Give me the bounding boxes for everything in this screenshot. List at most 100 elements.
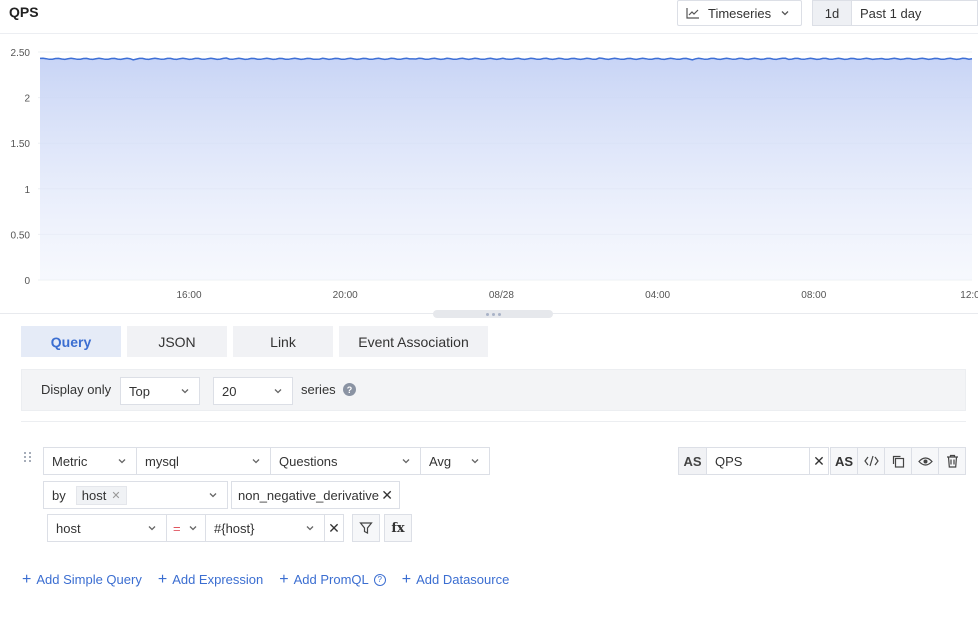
visualization-type-label: Timeseries xyxy=(708,5,772,21)
line-chart-icon xyxy=(686,8,699,19)
group-by-select[interactable]: by host ✕ xyxy=(43,481,228,509)
y-tick-label: 0 xyxy=(24,276,30,287)
function-label: non_negative_derivative xyxy=(238,487,379,503)
filter-value: #{host} xyxy=(214,520,255,536)
filter-operator-select[interactable]: = xyxy=(166,514,206,542)
copy-icon xyxy=(892,455,904,468)
filter-key-value: host xyxy=(56,520,81,536)
code-icon xyxy=(863,455,879,467)
group-by-label: by xyxy=(52,487,66,503)
x-tick-label: 12:0 xyxy=(960,290,978,301)
x-tick-label: 20:00 xyxy=(333,290,358,301)
clear-alias-button[interactable]: ✕ xyxy=(809,447,829,475)
filter-key-select[interactable]: host xyxy=(47,514,167,542)
field-value: Questions xyxy=(279,453,338,469)
chevron-down-icon xyxy=(252,459,260,464)
plus-icon: + xyxy=(279,570,289,588)
series-count-value: 20 xyxy=(222,383,237,399)
display-only-label: Display only xyxy=(41,382,112,397)
plus-icon: + xyxy=(22,570,32,588)
copy-query-button[interactable] xyxy=(884,447,912,475)
toggle-visibility-button[interactable] xyxy=(911,447,939,475)
chevron-down-icon xyxy=(189,526,197,531)
add-promql-label: Add PromQL xyxy=(293,572,369,587)
chevron-down-icon xyxy=(118,459,126,464)
filter-value-select[interactable]: #{host} xyxy=(205,514,325,542)
tab-event-association[interactable]: Event Association xyxy=(339,326,488,357)
remove-tag-icon[interactable]: ✕ xyxy=(111,489,120,502)
plus-icon: + xyxy=(401,570,412,588)
order-value: Top xyxy=(129,383,150,399)
drag-handle-icon[interactable] xyxy=(24,452,32,462)
group-by-tag-label: host xyxy=(81,487,107,503)
panel-title: QPS xyxy=(9,4,39,20)
tab-json[interactable]: JSON xyxy=(127,326,227,357)
order-select[interactable]: Top xyxy=(120,377,200,405)
chevron-down-icon xyxy=(402,459,410,464)
editor-tabs: Query JSON Link Event Association xyxy=(21,326,488,357)
query-type-select[interactable]: Metric xyxy=(43,447,137,475)
add-simple-query-label: Add Simple Query xyxy=(36,572,142,587)
x-tick-label: 08/28 xyxy=(489,290,514,301)
delete-query-button[interactable] xyxy=(938,447,966,475)
alias-toggle-button[interactable]: AS xyxy=(830,447,858,475)
x-tick-label: 16:00 xyxy=(176,290,201,301)
function-chip[interactable]: non_negative_derivative ✕ xyxy=(231,481,400,509)
resize-handle[interactable] xyxy=(433,310,553,318)
measurement-select[interactable]: mysql xyxy=(136,447,271,475)
chevron-down-icon xyxy=(306,526,314,531)
y-tick-label: 2 xyxy=(24,94,30,105)
close-icon: ✕ xyxy=(328,519,340,536)
timeseries-chart[interactable]: 2.50 2 1.50 1 0.50 0 16:00 20:00 08/28 04:00 08:0… xyxy=(0,34,978,314)
remove-function-icon[interactable]: ✕ xyxy=(381,487,393,504)
add-expression-label: Add Expression xyxy=(172,572,264,587)
group-by-tag[interactable]: host ✕ xyxy=(75,485,127,505)
chevron-down-icon xyxy=(471,459,479,464)
add-datasource-link[interactable]: + Add Datasource xyxy=(401,570,510,588)
add-simple-query-link[interactable]: + Add Simple Query xyxy=(22,570,142,588)
remove-filter-button[interactable]: ✕ xyxy=(324,514,344,542)
series-area xyxy=(40,58,972,280)
chevron-down-icon xyxy=(209,493,217,498)
time-range-select[interactable]: Past 1 day xyxy=(851,0,978,26)
filter-operator-value: = xyxy=(173,520,181,536)
add-expression-link[interactable]: + Add Expression xyxy=(157,570,264,588)
y-tick-label: 1 xyxy=(24,185,30,196)
alias-input[interactable]: QPS xyxy=(706,447,810,475)
y-tick-label: 1.50 xyxy=(11,139,31,150)
aggregation-select[interactable]: Avg xyxy=(420,447,490,475)
eye-icon xyxy=(917,456,933,466)
y-tick-label: 2.50 xyxy=(11,48,31,59)
code-view-button[interactable] xyxy=(857,447,885,475)
measurement-value: mysql xyxy=(145,453,179,469)
field-select[interactable]: Questions xyxy=(270,447,421,475)
y-tick-label: 0.50 xyxy=(11,230,31,241)
chevron-down-icon xyxy=(181,389,189,394)
chevron-down-icon xyxy=(148,526,156,531)
section-divider xyxy=(21,421,966,422)
alias-label: AS xyxy=(678,447,707,475)
time-shortcut-button[interactable]: 1d xyxy=(812,0,852,26)
series-label: series xyxy=(301,382,336,397)
chevron-down-icon xyxy=(781,11,789,16)
x-tick-label: 08:00 xyxy=(801,290,826,301)
help-icon[interactable]: ? xyxy=(373,573,386,586)
aggregation-value: Avg xyxy=(429,453,452,469)
add-promql-link[interactable]: + Add PromQL? xyxy=(279,570,386,588)
tab-query[interactable]: Query xyxy=(21,326,121,357)
trash-icon xyxy=(946,454,958,468)
close-icon: ✕ xyxy=(813,452,825,469)
plus-icon: + xyxy=(157,570,168,588)
filter-icon xyxy=(359,522,373,534)
series-count-select[interactable]: 20 xyxy=(213,377,293,405)
function-button[interactable]: fx xyxy=(384,514,412,542)
chevron-down-icon xyxy=(274,389,282,394)
add-datasource-label: Add Datasource xyxy=(416,572,510,587)
help-icon[interactable]: ? xyxy=(343,383,356,396)
tab-link[interactable]: Link xyxy=(233,326,333,357)
x-tick-label: 04:00 xyxy=(645,290,670,301)
add-actions: + Add Simple Query + Add Expression + Add P… xyxy=(22,570,510,588)
visualization-type-select[interactable]: Timeseries xyxy=(677,0,802,26)
query-type-value: Metric xyxy=(52,453,88,469)
filter-button[interactable] xyxy=(352,514,380,542)
